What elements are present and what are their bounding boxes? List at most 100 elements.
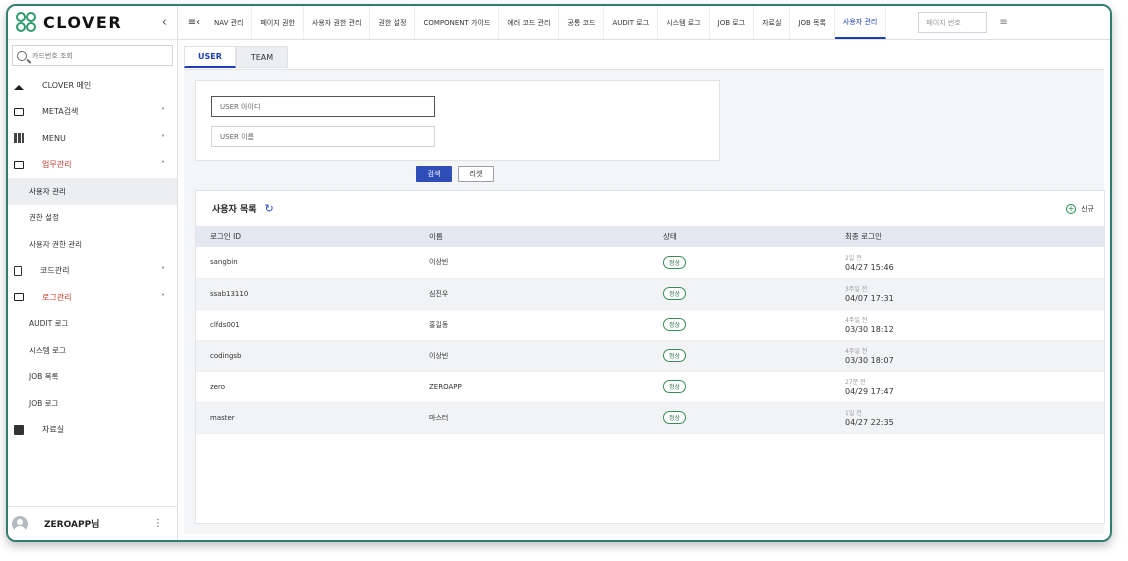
sidebar-subitem[interactable]: 권한 설정	[8, 205, 177, 232]
search-button[interactable]: 검색	[416, 166, 452, 182]
table-header-row: 로그인 ID 이름 상태 최종 로그인	[196, 226, 1104, 247]
login-id-cell: sangbin	[196, 247, 429, 279]
status-badge: 정상	[663, 411, 687, 424]
edit-icon	[14, 424, 24, 435]
list-title: 사용자 목록	[212, 205, 257, 215]
subtab-team[interactable]: TEAM	[236, 46, 288, 68]
sidebar-subitem[interactable]: JOB 목록	[8, 364, 177, 391]
sidebar-subitem-label: 시스템 로그	[29, 345, 66, 355]
new-user-button[interactable]: + 신규	[1066, 203, 1094, 214]
card-search-box[interactable]	[12, 45, 173, 66]
sidebar-subitem[interactable]: 시스템 로그	[8, 337, 177, 364]
last-login-cell: 27분 전 04/29 17:47	[845, 371, 1104, 403]
subtab-user[interactable]: USER	[184, 46, 236, 68]
user-table: 로그인 ID 이름 상태 최종 로그인 sangbin 이상빈 정상 2일 전 04/2…	[196, 226, 1104, 434]
column-header-name[interactable]: 이름	[429, 226, 663, 247]
login-id-cell: ssab13110	[196, 278, 429, 310]
sub-tabs: USER TEAM	[184, 46, 288, 68]
last-login-cell: 4주일 전 03/30 18:07	[845, 340, 1104, 372]
sidebar-subitem-label: JOB 로그	[29, 398, 59, 408]
page-number-input[interactable]: 페이지 번호	[918, 12, 988, 33]
sidebar-subitem[interactable]: 사용자 관리	[8, 178, 177, 205]
sidebar-item[interactable]: 로그관리 ˄	[8, 284, 177, 311]
folder-icon	[14, 107, 24, 116]
status-badge: 정상	[663, 287, 687, 300]
sidebar-item[interactable]: 코드관리 ˅	[8, 258, 177, 285]
relative-time: 1일 전	[845, 410, 862, 417]
chevron-down-icon[interactable]: ˅	[161, 107, 165, 116]
user-profile[interactable]: ZEROAPP님 ⋮	[8, 506, 177, 540]
table-row[interactable]: ssab13110 심진우 정상 3주일 전 04/07 17:31	[196, 278, 1104, 310]
sidebar-item[interactable]: 업무관리 ˄	[8, 152, 177, 179]
relative-time: 27분 전	[845, 379, 866, 386]
column-header-status[interactable]: 상태	[663, 226, 845, 247]
collapse-sidebar-icon[interactable]: ‹	[162, 15, 167, 30]
folder-icon	[14, 293, 24, 302]
name-cell: 마스터	[429, 402, 663, 434]
new-user-label: 신규	[1081, 204, 1094, 213]
login-id-cell: zero	[196, 371, 429, 403]
sidebar-item-label: 업무관리	[42, 160, 72, 170]
status-cell: 정상	[663, 371, 845, 403]
user-id-field[interactable]: USER 아이디	[211, 96, 435, 117]
home-icon	[14, 80, 24, 91]
page-tab[interactable]: 사용자 권한 관리	[304, 6, 371, 39]
page-tab[interactable]: 권한 설정	[370, 6, 416, 39]
card-search-input[interactable]	[32, 51, 162, 60]
page-tab[interactable]: 자료실	[754, 6, 791, 39]
table-row[interactable]: clfds001 홍길동 정상 4주일 전 03/30 18:12	[196, 309, 1104, 341]
sidebar-subitem[interactable]: AUDIT 로그	[8, 311, 177, 338]
chevron-down-icon[interactable]: ˅	[161, 134, 165, 143]
tab-list-icon[interactable]: ≡	[999, 17, 1007, 28]
sidebar-subitem[interactable]: 사용자 권한 관리	[8, 231, 177, 258]
chevron-up-icon[interactable]: ˄	[161, 160, 165, 169]
page-tab[interactable]: 에러 코드 관리	[499, 6, 560, 39]
user-list-panel: 사용자 목록 ↻ + 신규 로그인 ID 이름 상태 최종 로그인 sangbi…	[195, 190, 1105, 524]
sidebar-subitem-label: JOB 목록	[29, 372, 59, 382]
last-login-cell: 3주일 전 04/07 17:31	[845, 278, 1104, 310]
more-options-icon[interactable]: ⋮	[153, 518, 163, 529]
page-tab[interactable]: 사용자 관리	[834, 6, 887, 39]
status-cell: 정상	[663, 340, 845, 372]
sidebar-subitem[interactable]: JOB 로그	[8, 390, 177, 417]
page-tab[interactable]: 페이지 권한	[252, 6, 304, 39]
refresh-icon[interactable]: ↻	[265, 202, 274, 215]
login-id-cell: clfds001	[196, 309, 429, 341]
page-tab[interactable]: 공통 코드	[559, 6, 605, 39]
sidebar-item[interactable]: META검색 ˅	[8, 99, 177, 126]
page-tab[interactable]: JOB 로그	[710, 6, 755, 39]
sidebar: CLOVER ‹ CLOVER 메인 META검색 ˅ MENU ˅ 업무관리 ˄ 사용자 관…	[8, 6, 178, 540]
relative-time: 3주일 전	[845, 286, 868, 293]
table-row[interactable]: master 마스터 정상 1일 전 04/27 22:35	[196, 402, 1104, 434]
sidebar-item[interactable]: 자료실	[8, 417, 177, 444]
page-tab[interactable]: 시스템 로그	[658, 6, 710, 39]
page-tab[interactable]: JOB 목록	[790, 6, 835, 39]
filter-panel: USER 아이디 USER 이름	[195, 80, 720, 161]
name-cell: 이상빈	[429, 340, 663, 372]
sidebar-item[interactable]: CLOVER 메인	[8, 72, 177, 99]
table-row[interactable]: zero ZEROAPP 정상 27분 전 04/29 17:47	[196, 371, 1104, 403]
last-login-time: 04/27 15:46	[845, 262, 894, 272]
name-cell: 이상빈	[429, 247, 663, 279]
page-tab[interactable]: COMPONENT 가이드	[415, 6, 500, 39]
page-tab[interactable]: AUDIT 로그	[604, 6, 659, 39]
sidebar-subitem-label: AUDIT 로그	[29, 319, 69, 329]
relative-time: 2일 전	[845, 254, 862, 262]
app-window: CLOVER ‹ CLOVER 메인 META검색 ˅ MENU ˅ 업무관리 ˄ 사용자 관…	[6, 4, 1112, 542]
status-cell: 정상	[663, 402, 845, 434]
sidebar-item[interactable]: MENU ˅	[8, 125, 177, 152]
menu-toggle-icon[interactable]: ≡‹	[182, 17, 206, 28]
sidebar-item-label: MENU	[42, 133, 66, 143]
status-cell: 정상	[663, 309, 845, 341]
page-tab[interactable]: NAV 관리	[206, 6, 253, 39]
status-badge: 정상	[663, 318, 687, 331]
reset-button[interactable]: 리셋	[458, 166, 494, 182]
sidebar-subitem-label: 권한 설정	[29, 213, 59, 223]
user-name-field[interactable]: USER 이름	[211, 126, 435, 147]
table-row[interactable]: sangbin 이상빈 정상 2일 전 04/27 15:46	[196, 247, 1104, 279]
chevron-down-icon[interactable]: ˅	[161, 266, 165, 275]
column-header-login-id[interactable]: 로그인 ID	[196, 226, 429, 247]
column-header-last-login[interactable]: 최종 로그인	[845, 226, 1104, 247]
table-row[interactable]: codingsb 이상빈 정상 4주일 전 03/30 18:07	[196, 340, 1104, 372]
chevron-up-icon[interactable]: ˄	[161, 293, 165, 302]
